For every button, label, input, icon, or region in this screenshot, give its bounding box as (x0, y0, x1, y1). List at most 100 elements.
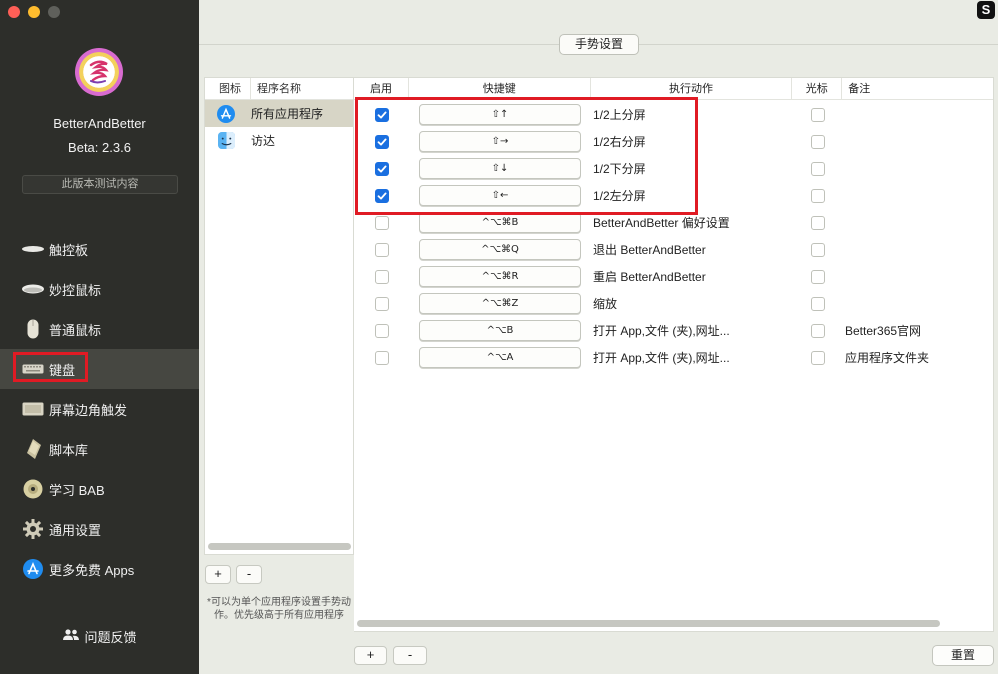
sidebar-item-magic-mouse[interactable]: 妙控鼠标 (0, 269, 199, 309)
column-header-icon[interactable]: 图标 (205, 78, 251, 99)
shortcut-recorder-button[interactable]: ^⌥B (419, 320, 581, 341)
shortcut-cell: ^⌥A (409, 347, 591, 368)
script-icon (22, 439, 44, 459)
column-header-enabled[interactable]: 启用 (354, 78, 409, 99)
window-controls (8, 6, 60, 18)
cursor-checkbox[interactable] (811, 107, 825, 122)
sidebar-item-learn[interactable]: 学习 BAB (0, 469, 199, 509)
highlight-box (355, 97, 698, 215)
app-list-scrollbar[interactable] (208, 543, 351, 550)
shortcut-recorder-button[interactable]: ^⌥⌘Q (419, 239, 581, 260)
cursor-checkbox[interactable] (811, 188, 825, 203)
app-logo-icon (75, 48, 123, 96)
shortcut-recorder-button[interactable]: ^⌥⌘B (419, 212, 581, 233)
table-row[interactable]: ^⌥B 打开 App,文件 (夹),网址... Better365官网 (354, 317, 994, 344)
enabled-cell (354, 350, 409, 365)
cursor-cell (793, 215, 843, 230)
sidebar-item-label: 学习 BAB (49, 482, 105, 498)
cursor-cell (793, 323, 843, 338)
app-list-header: 图标 程序名称 (205, 78, 353, 100)
feedback-label: 问题反馈 (84, 630, 137, 645)
cursor-cell (793, 242, 843, 257)
action-cell[interactable]: 重启 BetterAndBetter (591, 268, 793, 285)
cursor-checkbox[interactable] (811, 269, 825, 284)
app-list-row-label: 访达 (251, 134, 276, 148)
column-header-shortcut[interactable]: 快捷键 (409, 78, 591, 99)
enabled-checkbox[interactable] (374, 242, 389, 257)
add-app-button[interactable]: + (205, 565, 231, 584)
app-version: Beta: 2.3.6 (68, 140, 131, 155)
minimize-window-button[interactable] (28, 6, 40, 18)
action-cell[interactable]: 缩放 (591, 295, 793, 312)
sidebar-item-mouse[interactable]: 普通鼠标 (0, 309, 199, 349)
column-header-app-name[interactable]: 程序名称 (251, 78, 301, 99)
enabled-checkbox[interactable] (374, 350, 389, 365)
column-header-cursor[interactable]: 光标 (792, 78, 843, 99)
action-cell[interactable]: 打开 App,文件 (夹),网址... (591, 322, 793, 339)
sidebar-item-label: 屏幕边角触发 (49, 402, 128, 418)
gear-icon (22, 519, 44, 539)
shortcut-recorder-button[interactable]: ^⌥⌘Z (419, 293, 581, 314)
table-row[interactable]: ^⌥⌘Z 缩放 (354, 290, 994, 317)
sidebar-item-label: 普通鼠标 (49, 322, 102, 338)
people-icon (62, 629, 80, 644)
column-header-note[interactable]: 备注 (842, 78, 993, 99)
add-shortcut-button[interactable]: + (354, 646, 387, 665)
note-cell[interactable]: Better365官网 (843, 322, 993, 339)
shortcut-table-scrollbar[interactable] (357, 620, 940, 627)
cursor-cell (793, 350, 843, 365)
zoom-window-button[interactable] (48, 6, 60, 18)
enabled-cell (354, 323, 409, 338)
close-window-button[interactable] (8, 6, 20, 18)
table-row[interactable]: ^⌥⌘R 重启 BetterAndBetter (354, 263, 994, 290)
cursor-checkbox[interactable] (811, 134, 825, 149)
magic-mouse-icon (22, 279, 44, 299)
app-list-row-all-apps[interactable]: 所有应用程序 (205, 100, 353, 127)
cursor-checkbox[interactable] (811, 323, 825, 338)
sidebar-item-keyboard[interactable]: 键盘 (0, 349, 199, 389)
column-header-action[interactable]: 执行动作 (591, 78, 793, 99)
cursor-checkbox[interactable] (811, 242, 825, 257)
sidebar: BetterAndBetter Beta: 2.3.6 此版本测试内容 触控板 … (0, 0, 199, 674)
disc-icon (22, 479, 44, 499)
note-cell[interactable]: 应用程序文件夹 (843, 349, 993, 366)
action-cell[interactable]: 退出 BetterAndBetter (591, 241, 793, 258)
sidebar-item-script[interactable]: 脚本库 (0, 429, 199, 469)
sidebar-nav: 触控板 妙控鼠标 普通鼠标 键盘 屏幕边角触发 脚本库 学习 BAB 通用设置 … (0, 229, 199, 589)
shortcut-cell: ^⌥⌘Q (409, 239, 591, 260)
cursor-cell (793, 107, 843, 122)
sidebar-item-label: 通用设置 (49, 522, 102, 538)
remove-app-button[interactable]: - (236, 565, 262, 584)
cursor-checkbox[interactable] (811, 296, 825, 311)
remove-shortcut-button[interactable]: - (393, 646, 427, 665)
reset-button[interactable]: 重置 (932, 645, 994, 666)
cursor-checkbox[interactable] (811, 350, 825, 365)
sidebar-item-general-settings[interactable]: 通用设置 (0, 509, 199, 549)
table-row[interactable]: ^⌥A 打开 App,文件 (夹),网址... 应用程序文件夹 (354, 344, 994, 371)
shortcut-recorder-button[interactable]: ^⌥⌘R (419, 266, 581, 287)
cursor-cell (793, 134, 843, 149)
enabled-cell (354, 296, 409, 311)
sidebar-item-label: 妙控鼠标 (49, 282, 102, 298)
table-row[interactable]: ^⌥⌘Q 退出 BetterAndBetter (354, 236, 994, 263)
beta-notes-button[interactable]: 此版本测试内容 (22, 175, 178, 194)
action-cell[interactable]: BetterAndBetter 偏好设置 (591, 214, 793, 231)
menubar-app-logo-icon[interactable]: S (977, 1, 995, 19)
sidebar-item-label: 触控板 (49, 242, 89, 258)
enabled-checkbox[interactable] (374, 323, 389, 338)
trackpad-icon (22, 239, 44, 259)
enabled-checkbox[interactable] (374, 215, 389, 230)
app-list-row-label: 所有应用程序 (251, 107, 324, 121)
cursor-checkbox[interactable] (811, 161, 825, 176)
shortcut-recorder-button[interactable]: ^⌥A (419, 347, 581, 368)
feedback-button[interactable]: 问题反馈 (0, 627, 199, 646)
sidebar-item-more-apps[interactable]: 更多免费 Apps (0, 549, 199, 589)
app-list-row-finder[interactable]: 访达 (205, 127, 353, 154)
sidebar-item-trackpad[interactable]: 触控板 (0, 229, 199, 269)
gesture-settings-button[interactable]: 手势设置 (559, 34, 639, 55)
sidebar-item-screen-corner[interactable]: 屏幕边角触发 (0, 389, 199, 429)
cursor-checkbox[interactable] (811, 215, 825, 230)
action-cell[interactable]: 打开 App,文件 (夹),网址... (591, 349, 793, 366)
enabled-checkbox[interactable] (374, 296, 389, 311)
enabled-checkbox[interactable] (374, 269, 389, 284)
